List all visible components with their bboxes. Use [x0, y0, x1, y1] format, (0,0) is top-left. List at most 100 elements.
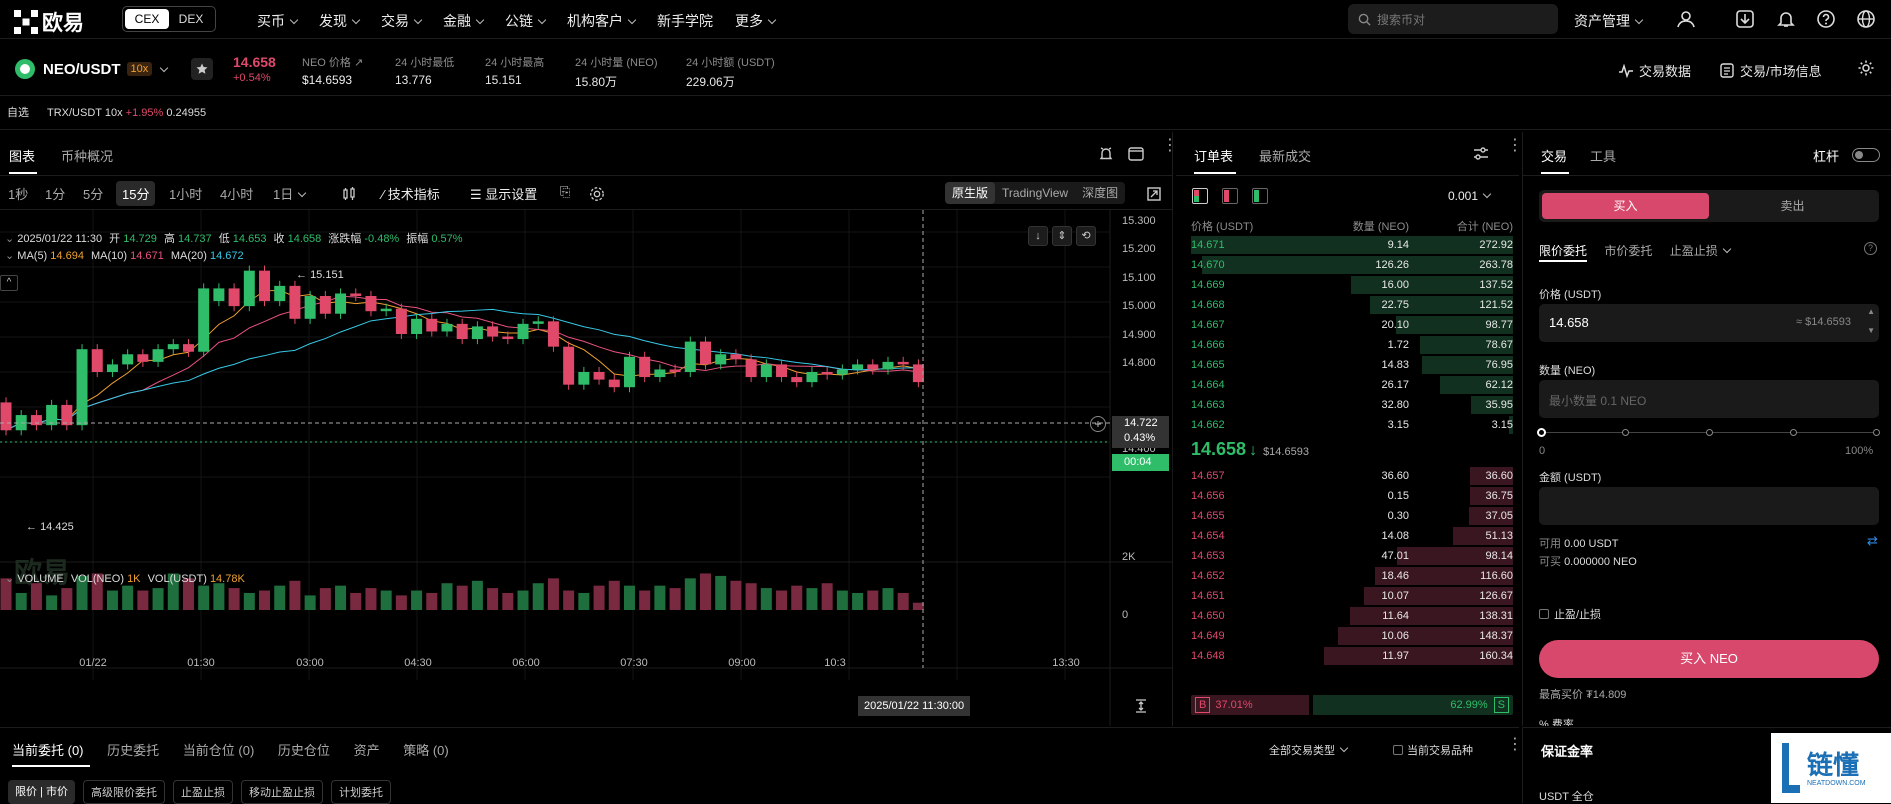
- trade-data-link[interactable]: 交易数据: [1618, 61, 1691, 80]
- ask-row[interactable]: 14.668 22.75 121.52: [1176, 296, 1513, 314]
- add-alert-icon[interactable]: +: [1090, 416, 1106, 432]
- fullscreen-icon[interactable]: [1147, 187, 1161, 201]
- view-native[interactable]: 原生版: [945, 182, 996, 204]
- tab-orderbook[interactable]: 订单表: [1194, 146, 1233, 165]
- more-vertical-icon[interactable]: ⋮: [1507, 138, 1523, 154]
- interval-5m[interactable]: 5分: [83, 184, 103, 203]
- watchlist-label[interactable]: 自选: [7, 96, 29, 130]
- tab-open-orders[interactable]: 当前委托 (0): [12, 743, 84, 758]
- watchlist-item-trx[interactable]: TRX/USDT 10x +1.95% 0.24955: [47, 96, 206, 130]
- bid-row[interactable]: 14.650 11.64 138.31: [1176, 607, 1513, 625]
- pair-selector[interactable]: NEO/USDT 10x: [15, 59, 169, 79]
- axis-scale-icon[interactable]: [1134, 699, 1148, 713]
- interval-1m[interactable]: 1分: [45, 184, 65, 203]
- tab-recent-trades[interactable]: 最新成交: [1259, 146, 1311, 165]
- collapse-arrow-icon[interactable]: ⌄: [5, 233, 14, 245]
- tab-chart[interactable]: 图表: [9, 146, 35, 165]
- order-type-tpsl[interactable]: 止盈止损: [1670, 244, 1731, 258]
- indicators-button[interactable]: ⁄ 技术指标: [382, 184, 440, 203]
- menu-trade[interactable]: 交易: [381, 11, 423, 31]
- subtab-tpsl[interactable]: 止盈止损: [172, 780, 233, 804]
- book-view-bids-icon[interactable]: [1252, 188, 1268, 204]
- bell-icon[interactable]: [1776, 9, 1796, 29]
- ask-row[interactable]: 14.669 16.00 137.52: [1176, 276, 1513, 294]
- submit-buy-button[interactable]: 买入 NEO: [1539, 640, 1879, 678]
- bid-row[interactable]: 14.657 36.60 36.60: [1176, 467, 1513, 485]
- fee-link[interactable]: % 费率: [1539, 716, 1574, 726]
- menu-more[interactable]: 更多: [735, 11, 777, 31]
- collapse-legend-button[interactable]: ^: [0, 275, 18, 291]
- snapshot-icon[interactable]: ⎘: [560, 184, 570, 200]
- bid-row[interactable]: 14.648 11.97 160.34: [1176, 647, 1513, 665]
- buy-tab[interactable]: 买入: [1542, 193, 1709, 219]
- scroll-down-icon[interactable]: ↓: [1028, 226, 1048, 246]
- tab-strategies[interactable]: 策略 (0): [403, 743, 449, 758]
- download-icon[interactable]: [1735, 9, 1755, 29]
- transfer-icon[interactable]: ⇄: [1867, 533, 1878, 549]
- book-view-asks-icon[interactable]: [1222, 188, 1238, 204]
- cex-dex-switch[interactable]: CEX DEX: [122, 6, 216, 32]
- tab-order-history[interactable]: 历史委托: [107, 743, 159, 758]
- ask-row[interactable]: 14.665 14.83 76.95: [1176, 356, 1513, 374]
- bid-row[interactable]: 14.652 18.46 116.60: [1176, 567, 1513, 585]
- sell-tab[interactable]: 卖出: [1709, 193, 1876, 219]
- more-vertical-icon[interactable]: ⋮: [1507, 737, 1523, 753]
- interval-1h[interactable]: 1小时: [169, 184, 202, 203]
- order-type-limit[interactable]: 限价委托: [1539, 244, 1587, 258]
- menu-academy[interactable]: 新手学院: [657, 11, 713, 31]
- index-price-block[interactable]: NEO 价格 ↗ $14.6593: [302, 54, 363, 87]
- tab-overview[interactable]: 币种概况: [61, 146, 113, 165]
- bid-row[interactable]: 14.655 0.30 37.05: [1176, 507, 1513, 525]
- menu-discover[interactable]: 发现: [319, 11, 361, 31]
- quantity-slider[interactable]: [1537, 428, 1880, 438]
- dex-button[interactable]: DEX: [169, 9, 213, 29]
- info-icon[interactable]: ?: [1864, 242, 1877, 255]
- view-depth[interactable]: 深度图: [1075, 182, 1125, 204]
- menu-chain[interactable]: 公链: [505, 11, 547, 31]
- stepper-up-icon[interactable]: ▲: [1867, 307, 1875, 316]
- tab-positions[interactable]: 当前仓位 (0): [183, 743, 255, 758]
- tab-assets[interactable]: 资产: [354, 743, 380, 758]
- amount-input[interactable]: [1539, 487, 1879, 525]
- bid-row[interactable]: 14.654 14.08 51.13: [1176, 527, 1513, 545]
- ask-row[interactable]: 14.671 9.14 272.92: [1176, 236, 1513, 254]
- ask-row[interactable]: 14.670 126.26 263.78: [1176, 256, 1513, 274]
- menu-institutional[interactable]: 机构客户: [567, 11, 637, 31]
- bid-row[interactable]: 14.653 47.01 98.14: [1176, 547, 1513, 565]
- ask-row[interactable]: 14.664 26.17 62.12: [1176, 376, 1513, 394]
- current-pair-checkbox[interactable]: 当前交易品种: [1393, 742, 1473, 758]
- bid-row[interactable]: 14.649 10.06 148.37: [1176, 627, 1513, 645]
- precision-select[interactable]: 0.001: [1448, 189, 1492, 203]
- interval-4h[interactable]: 4小时: [220, 184, 253, 203]
- bid-row[interactable]: 14.656 0.15 36.75: [1176, 487, 1513, 505]
- candlestick-chart[interactable]: 15.30015.20015.10015.00014.90014.80014.5…: [0, 210, 1173, 726]
- book-view-both-icon[interactable]: [1192, 188, 1208, 204]
- bid-row[interactable]: 14.651 10.07 126.67: [1176, 587, 1513, 605]
- candle-type-icon[interactable]: [342, 187, 356, 201]
- assets-menu[interactable]: 资产管理: [1574, 11, 1644, 31]
- view-tradingview[interactable]: TradingView: [995, 182, 1075, 204]
- trade-type-filter[interactable]: 全部交易类型: [1269, 742, 1349, 758]
- globe-icon[interactable]: [1856, 9, 1876, 29]
- cex-button[interactable]: CEX: [125, 9, 169, 29]
- logo[interactable]: 欧易: [14, 7, 84, 37]
- reset-icon[interactable]: ⟲: [1076, 226, 1096, 246]
- collapse-icon[interactable]: ⇕: [1052, 226, 1072, 246]
- favorite-star[interactable]: [191, 58, 213, 80]
- help-icon[interactable]: [1816, 9, 1836, 29]
- menu-finance[interactable]: 金融: [443, 11, 485, 31]
- leverage-toggle[interactable]: [1852, 148, 1880, 162]
- display-settings-button[interactable]: ☰ 显示设置: [470, 184, 537, 203]
- ask-row[interactable]: 14.666 1.72 78.67: [1176, 336, 1513, 354]
- price-input[interactable]: 14.658 ≈ $14.6593 ▲ ▼: [1539, 304, 1879, 342]
- ask-row[interactable]: 14.662 3.15 3.15: [1176, 416, 1513, 434]
- subtab-trailing[interactable]: 移动止盈止损: [240, 780, 323, 804]
- tab-position-history[interactable]: 历史仓位: [278, 743, 330, 758]
- subtab-advanced-limit[interactable]: 高级限价委托: [82, 780, 165, 804]
- user-icon[interactable]: [1676, 9, 1696, 29]
- market-info-link[interactable]: 交易/市场信息: [1720, 61, 1822, 80]
- subtab-trigger[interactable]: 计划委托: [330, 780, 391, 804]
- tab-tools[interactable]: 工具: [1590, 146, 1616, 165]
- interval-1d[interactable]: 1日: [273, 184, 307, 203]
- tab-trade[interactable]: 交易: [1541, 146, 1567, 165]
